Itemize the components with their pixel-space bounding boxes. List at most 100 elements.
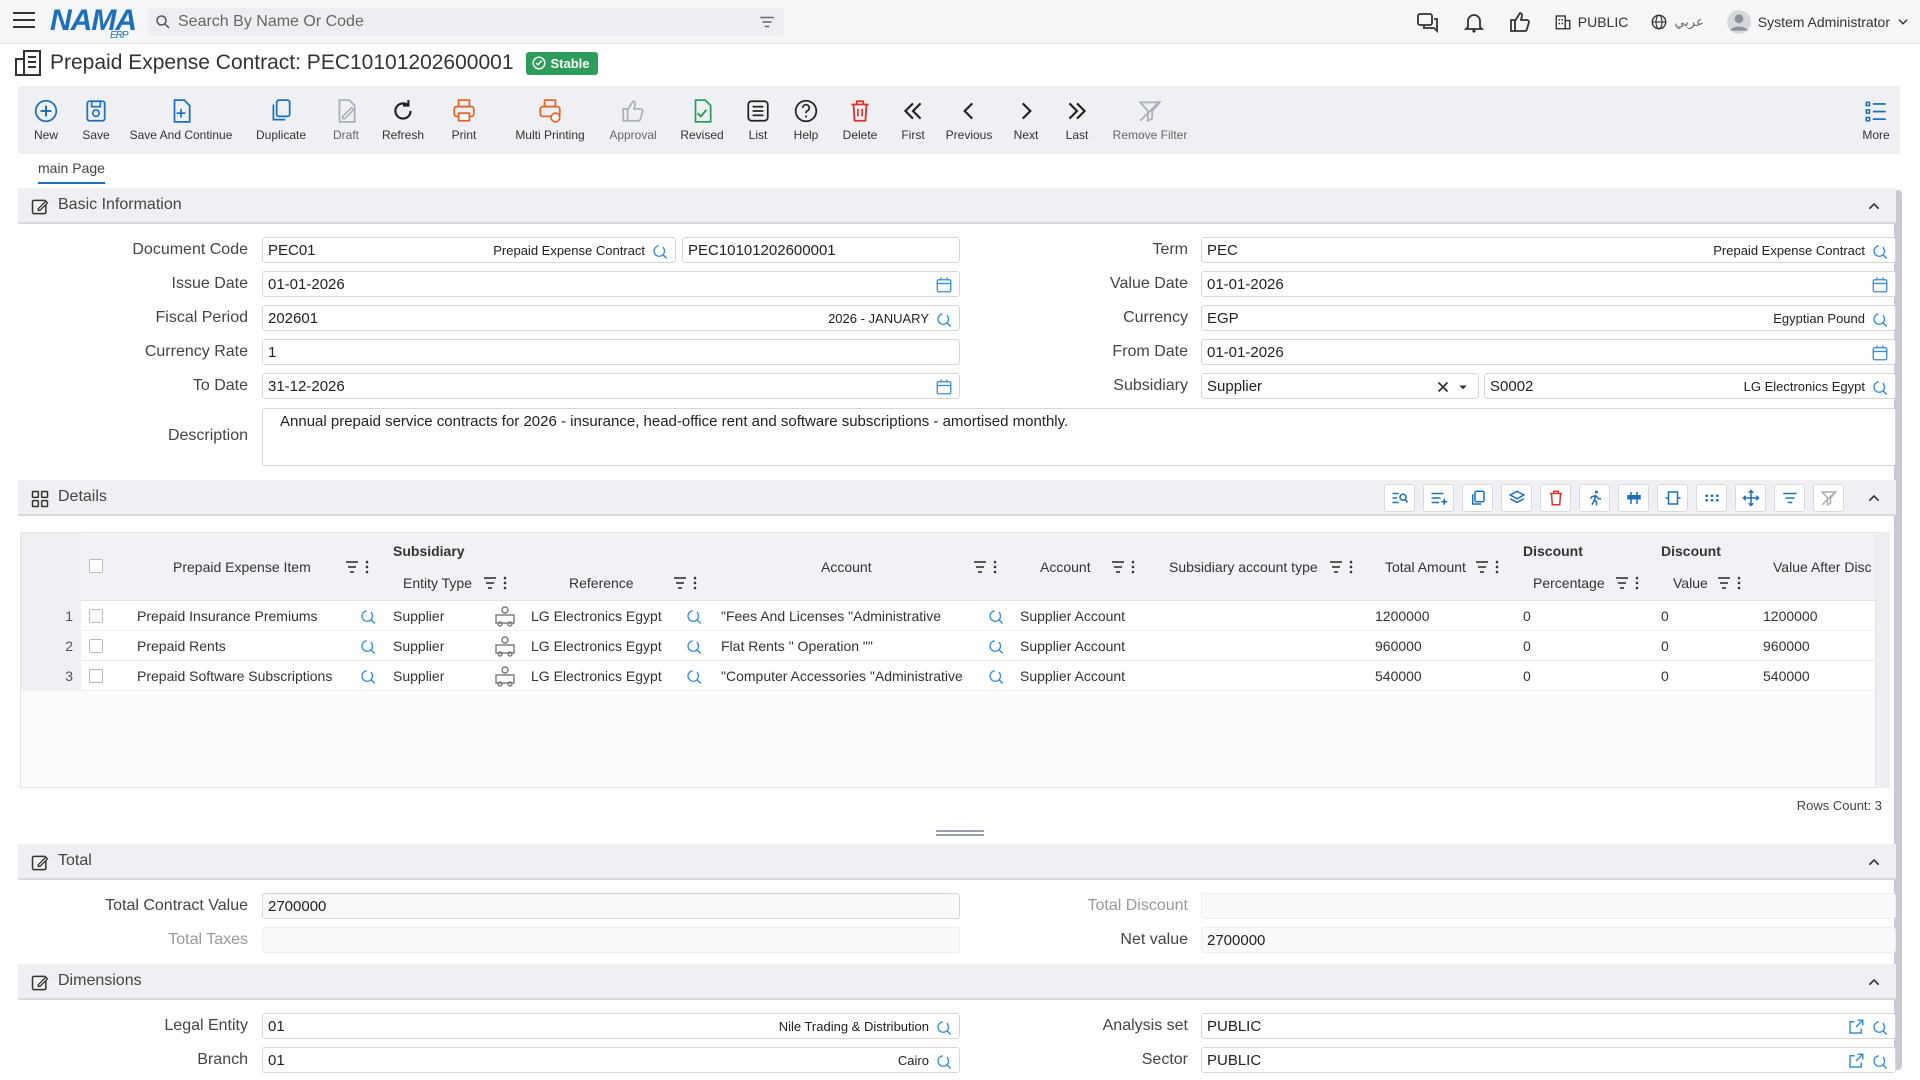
column-filter-icon[interactable] [1717, 576, 1743, 590]
open-external-icon[interactable] [1847, 1052, 1865, 1070]
table-row[interactable]: 3 Prepaid Software Subscriptions Supplie… [21, 661, 1875, 691]
like-icon[interactable] [1508, 10, 1532, 34]
lookup-icon[interactable] [359, 667, 377, 685]
delete-button[interactable]: Delete [838, 86, 882, 154]
basic-information-header[interactable]: Basic Information [18, 188, 1896, 224]
grid-filter-icon[interactable] [1774, 484, 1805, 512]
chevron-up-icon[interactable] [1866, 490, 1882, 506]
move-icon[interactable] [1735, 484, 1766, 512]
next-button[interactable]: Next [1008, 86, 1044, 154]
lookup-icon[interactable] [987, 607, 1005, 625]
document-code-field[interactable]: PEC01 Prepaid Expense Contract [262, 237, 676, 263]
lookup-icon[interactable] [359, 637, 377, 655]
menu-icon[interactable] [13, 12, 35, 32]
document-number-field[interactable]: PEC10101202600001 [682, 237, 960, 263]
revised-button[interactable]: Revised [678, 86, 726, 154]
row-checkbox[interactable] [89, 669, 103, 683]
search-input[interactable] [178, 10, 738, 34]
calendar-icon[interactable] [1871, 276, 1889, 294]
refresh-button[interactable]: Refresh [378, 86, 428, 154]
save-button[interactable]: Save [76, 86, 116, 154]
lookup-icon[interactable] [359, 607, 377, 625]
lookup-icon[interactable] [685, 607, 703, 625]
branch-field[interactable]: 01 Cairo [262, 1047, 960, 1073]
columns-icon[interactable] [1618, 484, 1649, 512]
row-checkbox[interactable] [89, 609, 103, 623]
from-date-field[interactable]: 01-01-2026 [1201, 339, 1896, 365]
column-filter-icon[interactable] [673, 576, 699, 590]
total-header[interactable]: Total [18, 844, 1896, 880]
expand-columns-icon[interactable] [1657, 484, 1688, 512]
grid-search-icon[interactable] [1384, 484, 1415, 512]
chevron-up-icon[interactable] [1866, 198, 1882, 214]
dots-icon[interactable] [1696, 484, 1727, 512]
lookup-icon[interactable] [651, 242, 669, 260]
open-external-icon[interactable] [1847, 1018, 1865, 1036]
clear-icon[interactable] [1434, 378, 1452, 396]
list-button[interactable]: List [740, 86, 776, 154]
add-row-icon[interactable] [1423, 484, 1454, 512]
column-filter-icon[interactable] [345, 560, 371, 574]
lookup-icon[interactable] [935, 310, 953, 328]
chevron-up-icon[interactable] [1866, 854, 1882, 870]
column-filter-icon[interactable] [1475, 560, 1501, 574]
language-selector[interactable]: عربي [1650, 13, 1704, 31]
calendar-icon[interactable] [935, 276, 953, 294]
user-menu[interactable]: System Administrator [1726, 9, 1910, 35]
duplicate-button[interactable]: Duplicate [252, 86, 310, 154]
lookup-icon[interactable] [1871, 1052, 1889, 1070]
tab-main-page[interactable]: main Page [38, 160, 105, 184]
new-button[interactable]: New [26, 86, 66, 154]
print-button[interactable]: Print [444, 86, 484, 154]
legal-entity-field[interactable]: 01 Nile Trading & Distribution [262, 1013, 960, 1039]
remove-filter-button[interactable]: Remove Filter [1110, 86, 1190, 154]
lookup-icon[interactable] [987, 637, 1005, 655]
total-taxes-field[interactable] [262, 927, 960, 953]
delete-row-icon[interactable] [1540, 484, 1571, 512]
table-row[interactable]: 1 Prepaid Insurance Premiums Supplier LG… [21, 601, 1875, 631]
filter-icon[interactable] [758, 14, 776, 30]
fiscal-period-field[interactable]: 202601 2026 - JANUARY [262, 305, 960, 331]
lookup-icon[interactable] [685, 637, 703, 655]
draft-button[interactable]: Draft [326, 86, 366, 154]
help-button[interactable]: Help [788, 86, 824, 154]
select-all-checkbox[interactable] [89, 559, 103, 573]
total-contract-value-field[interactable]: 2700000 [262, 893, 960, 919]
lookup-icon[interactable] [685, 667, 703, 685]
resize-handle[interactable] [936, 830, 984, 836]
currency-rate-field[interactable]: 1 [262, 339, 960, 365]
column-filter-icon[interactable] [1615, 576, 1641, 590]
grid-remove-filter-icon[interactable] [1813, 484, 1844, 512]
multi-printing-button[interactable]: Multi Printing [496, 86, 604, 154]
chat-icon[interactable] [1416, 10, 1440, 34]
org-selector[interactable]: PUBLIC [1554, 13, 1628, 31]
bell-icon[interactable] [1462, 10, 1486, 34]
lookup-icon[interactable] [1871, 310, 1889, 328]
last-button[interactable]: Last [1058, 86, 1096, 154]
subsidiary-type-select[interactable]: Supplier [1201, 373, 1479, 399]
sector-field[interactable]: PUBLIC [1201, 1047, 1896, 1073]
calendar-icon[interactable] [1871, 344, 1889, 362]
column-filter-icon[interactable] [1329, 560, 1355, 574]
table-row[interactable]: 2 Prepaid Rents Supplier LG Electronics … [21, 631, 1875, 661]
layers-icon[interactable] [1501, 484, 1532, 512]
row-checkbox[interactable] [89, 639, 103, 653]
description-textarea[interactable]: Annual prepaid service contracts for 202… [262, 408, 1896, 466]
lookup-icon[interactable] [1871, 242, 1889, 260]
column-filter-icon[interactable] [483, 576, 509, 590]
chevron-up-icon[interactable] [1866, 974, 1882, 990]
analysis-set-field[interactable]: PUBLIC [1201, 1013, 1896, 1039]
dimensions-header[interactable]: Dimensions [18, 964, 1896, 1000]
currency-field[interactable]: EGP Egyptian Pound [1201, 305, 1896, 331]
first-button[interactable]: First [894, 86, 932, 154]
calendar-icon[interactable] [935, 378, 953, 396]
lookup-icon[interactable] [1871, 1018, 1889, 1036]
grid-vertical-scrollbar[interactable] [1876, 532, 1890, 788]
net-value-field[interactable]: 2700000 [1201, 927, 1896, 953]
column-filter-icon[interactable] [1111, 560, 1137, 574]
column-filter-icon[interactable] [973, 560, 999, 574]
run-icon[interactable] [1579, 484, 1610, 512]
issue-date-field[interactable]: 01-01-2026 [262, 271, 960, 297]
lookup-icon[interactable] [935, 1052, 953, 1070]
lookup-icon[interactable] [987, 667, 1005, 685]
